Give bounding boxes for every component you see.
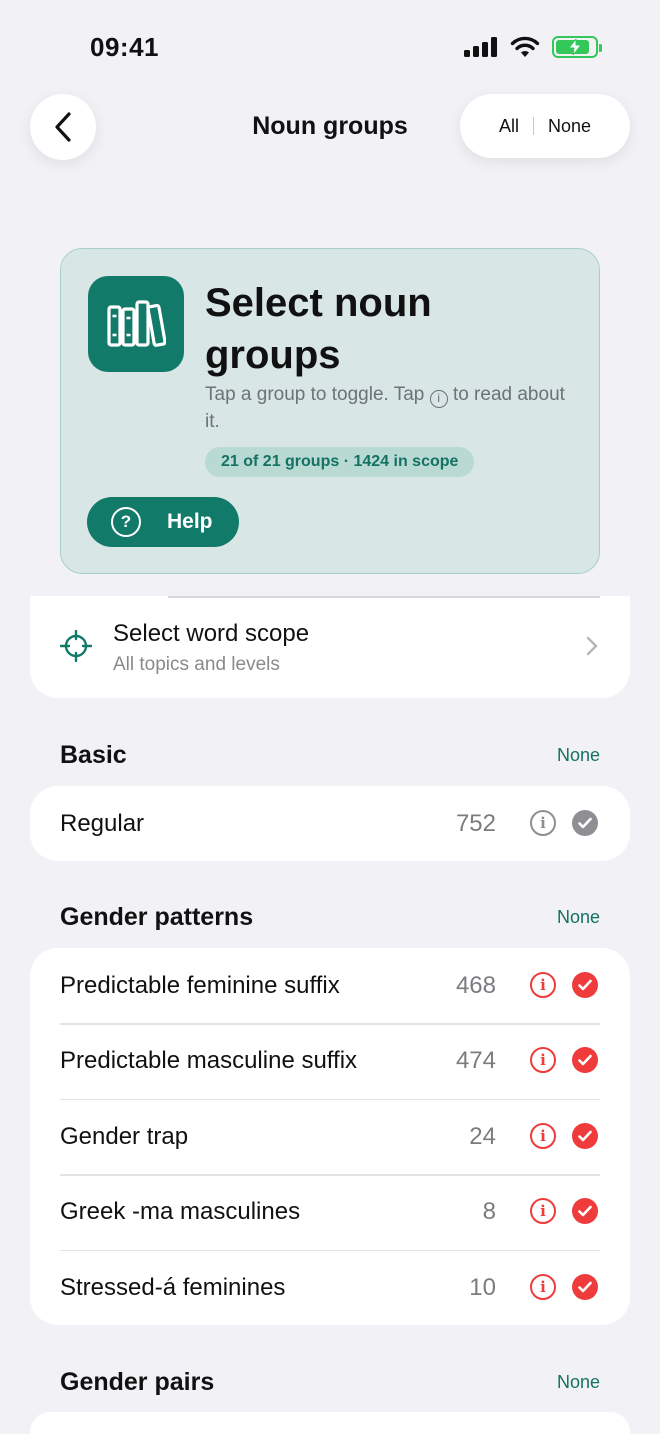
- group-card-gender-patterns: Predictable feminine suffix 468 i Predic…: [30, 948, 630, 1325]
- hero-subtitle-start: Tap a group to toggle. Tap: [205, 384, 425, 405]
- info-icon[interactable]: i: [530, 972, 556, 998]
- checkmark-circle-icon[interactable]: [572, 810, 598, 836]
- group-label: Stressed-á feminines: [60, 1273, 286, 1301]
- checkmark-circle-icon[interactable]: [572, 1198, 598, 1225]
- section-header-gender-patterns: Gender patterns None: [60, 903, 600, 933]
- group-count: 752: [455, 810, 496, 837]
- group-row[interactable]: Gender trap 24 i: [30, 1098, 630, 1174]
- books-icon: [88, 276, 184, 372]
- chevron-right-icon: [586, 636, 598, 656]
- group-card-basic: Regular 752 i: [30, 786, 630, 862]
- section-header-gender-pairs: Gender pairs None: [60, 1368, 600, 1398]
- help-button[interactable]: ? Help: [87, 497, 239, 547]
- scope-subtitle: All topics and levels: [113, 654, 280, 675]
- question-circle-icon: ?: [111, 507, 141, 537]
- group-label: Greek -ma masculines: [60, 1198, 301, 1226]
- hero-card: Select noun groups Tap a group to toggle…: [60, 248, 600, 574]
- group-row[interactable]: Predictable masculine suffix 474 i: [30, 1023, 630, 1098]
- info-icon[interactable]: i: [530, 1122, 556, 1149]
- select-none-button[interactable]: None: [534, 116, 605, 137]
- group-row[interactable]: Predictable feminine suffix 468 i: [30, 948, 630, 1023]
- group-card-gender-pairs: [30, 1412, 630, 1434]
- help-button-label: Help: [167, 510, 213, 533]
- section-none-button[interactable]: None: [557, 907, 600, 928]
- group-label: Predictable masculine suffix: [60, 1047, 358, 1075]
- group-count: 8: [482, 1198, 496, 1226]
- section-title: Gender pairs: [60, 1368, 215, 1396]
- scope-title: Select word scope: [113, 620, 310, 647]
- group-row[interactable]: Greek -ma masculines 8 i: [30, 1174, 630, 1249]
- select-all-button[interactable]: All: [485, 116, 533, 137]
- battery-charging-icon: [552, 36, 602, 58]
- checkmark-circle-icon[interactable]: [572, 972, 598, 998]
- group-label: Predictable feminine suffix: [60, 972, 340, 999]
- crosshair-icon: [60, 630, 92, 662]
- info-icon[interactable]: i: [530, 1273, 556, 1300]
- group-count: 10: [469, 1273, 496, 1301]
- hero-subtitle: Tap a group to toggle. Tap i to read abo…: [205, 381, 565, 435]
- checkmark-circle-icon[interactable]: [572, 1122, 598, 1149]
- scope-count-badge: 21 of 21 groups · 1424 in scope: [205, 447, 475, 477]
- info-icon[interactable]: i: [530, 1198, 556, 1225]
- group-label: Gender trap: [60, 1122, 189, 1150]
- section-header-basic: Basic None: [60, 741, 600, 771]
- section-none-button[interactable]: None: [557, 745, 600, 766]
- group-row[interactable]: Regular 752 i: [30, 786, 630, 861]
- section-title: Basic: [60, 741, 127, 769]
- hero-title: Select noun groups: [205, 281, 432, 377]
- info-icon: i: [429, 390, 448, 408]
- group-count: 474: [455, 1047, 496, 1075]
- group-row[interactable]: Stressed-á feminines 10 i: [30, 1249, 630, 1325]
- group-label: Regular: [60, 810, 145, 837]
- info-icon[interactable]: i: [530, 1047, 556, 1074]
- checkmark-circle-icon[interactable]: [572, 1047, 598, 1074]
- status-icons: [464, 36, 602, 58]
- section-none-button[interactable]: None: [557, 1372, 600, 1393]
- group-count: 468: [455, 972, 496, 999]
- status-time: 09:41: [90, 32, 159, 62]
- status-bar: 09:41: [0, 0, 660, 96]
- info-icon[interactable]: i: [530, 810, 556, 836]
- cellular-signal-icon: [464, 37, 497, 57]
- group-count: 24: [469, 1122, 496, 1150]
- checkmark-circle-icon[interactable]: [572, 1273, 598, 1300]
- section-title: Gender patterns: [60, 903, 254, 931]
- select-all-none-control: All None: [460, 94, 630, 158]
- word-scope-row[interactable]: Select word scope All topics and levels: [30, 596, 630, 698]
- wifi-icon: [510, 36, 540, 57]
- divider: [168, 596, 600, 598]
